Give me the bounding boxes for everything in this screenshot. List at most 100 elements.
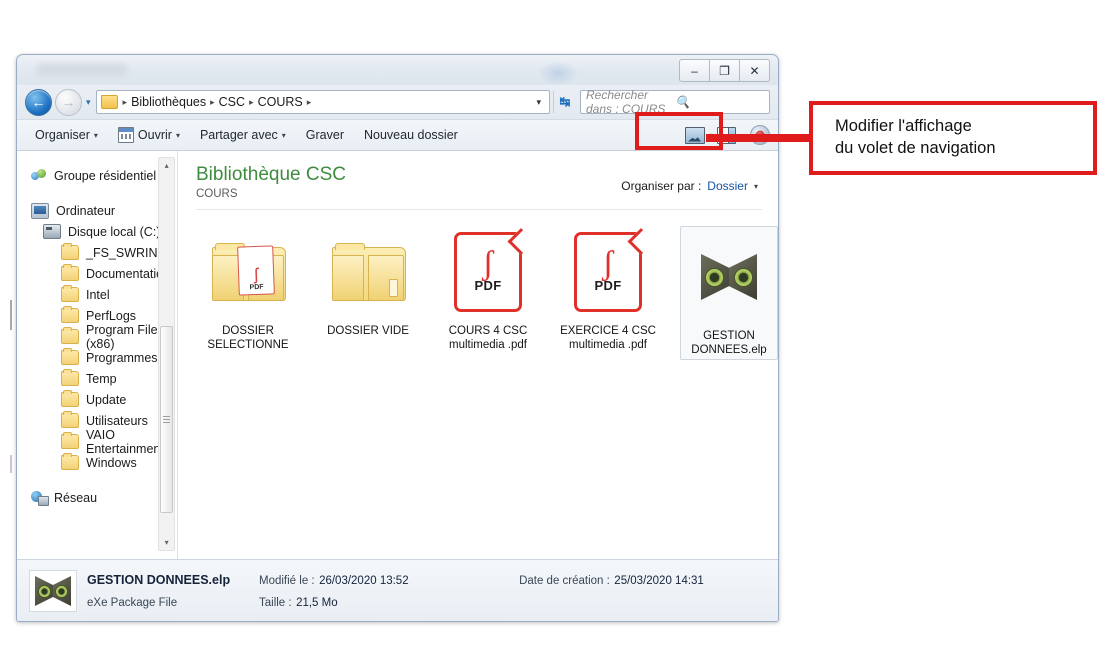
sidebar-item-reseau[interactable]: Réseau [17,487,177,508]
breadcrumb-separator-3: ▸ [306,96,312,107]
history-dropdown-icon[interactable]: ▾ [86,97,91,108]
file-item-dossier-selectionne[interactable]: ʃ PDF DOSSIER SELECTIONNE [200,226,296,360]
file-label-line1: DOSSIER [222,324,274,337]
sidebar-item-label: Update [86,392,127,407]
library-title-group: Bibliothèque CSC COURS [196,165,346,200]
file-label: DOSSIER VIDE [327,324,409,338]
breadcrumb-item-2[interactable]: COURS [255,95,306,109]
sidebar-item-label: Intel [86,287,110,302]
folder-icon [61,264,79,281]
organize-by-control[interactable]: Organiser par : Dossier ▾ [621,165,762,193]
exe-package-icon [35,576,71,606]
network-icon [31,490,49,506]
file-grid: ʃ PDF DOSSIER SELECTIONNE DOSSIER VIDE ʃ… [178,210,778,360]
title-bar-blob [537,60,579,86]
sidebar-item-label: PerfLogs [86,308,137,323]
file-item-cours-4-csc[interactable]: ʃ PDF COURS 4 CSC multimedia .pdf [440,226,536,360]
sidebar-item-temp[interactable]: Temp [17,368,177,389]
file-item-dossier-vide[interactable]: DOSSIER VIDE [320,226,416,360]
chevron-down-icon[interactable]: ▾ [532,97,545,108]
window-controls: – ❐ ✕ [679,59,770,82]
file-item-exercice-4-csc[interactable]: ʃ PDF EXERCICE 4 CSC multimedia .pdf [560,226,656,360]
scroll-up-arrow[interactable]: ▴ [159,158,174,173]
sidebar-item-update[interactable]: Update [17,389,177,410]
navigation-pane: Groupe résidentiel Ordinateur Disque loc… [17,151,178,559]
sidebar-item-vaio-entertainment[interactable]: VAIO Entertainment [17,428,177,456]
file-label: COURS 4 CSC multimedia .pdf [449,324,528,352]
file-label: GESTION DONNEES.elp [691,329,766,357]
sidebar-item-label: Disque local (C:) [68,224,161,239]
navigation-scrollbar[interactable]: ▴ ▾ [158,157,176,551]
annotation-connector-line [706,134,814,142]
search-input[interactable]: Rechercher dans : COURS 🔍 [580,88,770,116]
chevron-down-icon: ▾ [281,130,286,140]
sidebar-item-groupe-residentiel[interactable]: Groupe résidentiel [17,165,177,186]
maximize-button[interactable]: ❐ [709,59,740,82]
scroll-down-arrow[interactable]: ▾ [159,535,174,550]
organize-by-label: Organiser par : [621,179,702,193]
status-created-value: 25/03/2020 14:31 [614,575,704,587]
nouveau-dossier-label: Nouveau dossier [364,128,458,142]
status-size-label: Taille : [259,597,292,609]
pdf-icon: ʃ PDF [574,231,642,312]
status-modified-value: 26/03/2020 13:52 [319,575,409,587]
forward-button[interactable]: → [55,88,82,116]
status-row-secondary: eXe Package File Taille : 21,5 Mo [87,593,704,611]
sidebar-item-label: Réseau [54,490,98,505]
status-file-type: eXe Package File [87,597,178,609]
close-icon: ✕ [749,63,760,78]
minimize-icon: – [691,63,698,78]
status-row-primary: GESTION DONNEES.elp Modifié le : 26/03/2… [87,571,704,589]
library-header: Bibliothèque CSC COURS Organiser par : D… [178,151,778,200]
sidebar-item-label: Temp [86,371,117,386]
pdf-text: PDF [474,278,502,294]
folder-icon [61,348,79,365]
sidebar-item-documentation[interactable]: Documentation [17,263,177,284]
breadcrumb-item-0[interactable]: Bibliothèques [128,95,209,109]
sidebar-item-intel[interactable]: Intel [17,284,177,305]
back-button[interactable]: ← [25,88,52,116]
window-body: Groupe résidentiel Ordinateur Disque loc… [17,151,778,559]
graver-button[interactable]: Graver [296,123,354,147]
minimize-button[interactable]: – [679,59,710,82]
chevron-down-icon[interactable]: ▾ [754,182,758,191]
status-bar: GESTION DONNEES.elp Modifié le : 26/03/2… [17,559,778,621]
scrollbar-grip-icon [163,416,171,423]
status-size-value: 21,5 Mo [296,597,338,609]
nouveau-dossier-button[interactable]: Nouveau dossier [354,123,468,147]
organize-by-value[interactable]: Dossier [707,179,748,193]
sidebar-item-programmes[interactable]: Programmes [17,347,177,368]
scrollbar-thumb[interactable] [160,326,174,513]
organiser-button[interactable]: Organiser ▾ [25,123,108,147]
sidebar-item-label: Utilisateurs [86,413,148,428]
partager-avec-button[interactable]: Partager avec ▾ [190,123,296,147]
folder-icon [61,306,79,323]
command-toolbar: Organiser ▾ Ouvrir ▾ Partager avec ▾ Gra… [17,112,778,151]
sidebar-item-program-files-x86[interactable]: Program Files (x86) [17,323,177,351]
refresh-button[interactable]: ↹ [553,91,576,113]
sidebar-item-fs-swrinfo[interactable]: _FS_SWRINFO [17,242,177,263]
status-file-name: GESTION DONNEES.elp [87,573,231,587]
breadcrumb-item-1[interactable]: CSC [216,95,248,109]
folder-icon [100,95,118,109]
ouvrir-button[interactable]: Ouvrir ▾ [108,123,190,147]
annotation-callout: Modifier l'affichage du volet de navigat… [809,101,1097,175]
sidebar-item-ordinateur[interactable]: Ordinateur [17,200,177,221]
graver-label: Graver [305,128,344,142]
breadcrumb[interactable]: ▸ Bibliothèques ▸ CSC ▸ COURS ▸ ▾ [95,90,550,114]
maximize-icon: ❐ [719,63,730,78]
content-pane: Bibliothèque CSC COURS Organiser par : D… [178,151,778,559]
sidebar-item-disque-local[interactable]: Disque local (C:) [17,221,177,242]
acrobat-glyph: ʃ [602,244,614,282]
folder-icon [61,285,79,302]
file-thumbnail: ʃ PDF [200,226,296,318]
close-button[interactable]: ✕ [739,59,770,82]
folder-icon [61,369,79,386]
computer-icon [31,202,49,219]
file-label-line2: SELECTIONNE [207,338,289,351]
status-file-icon [29,570,77,612]
drive-icon [43,224,61,239]
file-item-gestion-donnees[interactable]: GESTION DONNEES.elp [680,225,778,360]
